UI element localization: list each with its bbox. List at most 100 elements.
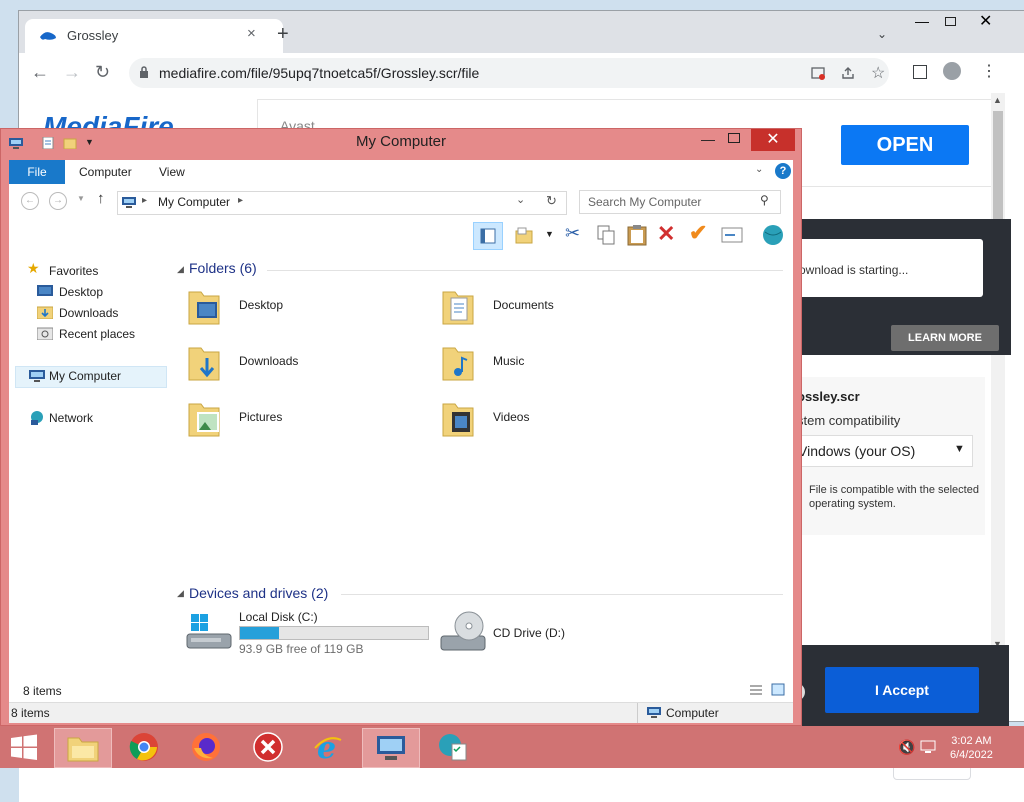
- folder-item-documents[interactable]: Documents: [439, 284, 639, 332]
- computer-icon: [29, 370, 45, 382]
- cut-icon[interactable]: ✂: [565, 223, 580, 244]
- downloads-icon: [37, 306, 53, 319]
- browser-tab[interactable]: Grossley ×: [25, 19, 283, 53]
- error-x-icon: [253, 732, 283, 762]
- nav-favorites[interactable]: Favorites: [49, 264, 98, 278]
- drive-item-cd[interactable]: CD Drive (D:): [439, 608, 639, 658]
- copy-icon[interactable]: [597, 225, 615, 245]
- collapse-caret-icon[interactable]: ◢: [177, 588, 184, 599]
- taskbar-my-computer[interactable]: [362, 728, 420, 768]
- location-label: Computer: [666, 706, 719, 720]
- menu-kebab-icon[interactable]: ⋮: [981, 61, 997, 81]
- tab-search-chevron-icon[interactable]: ⌄: [877, 27, 887, 41]
- nav-desktop[interactable]: Desktop: [59, 285, 103, 299]
- breadcrumb-chevron-icon[interactable]: ▸: [238, 195, 243, 206]
- folder-item-videos[interactable]: Videos: [439, 396, 639, 444]
- side-panel-icon[interactable]: [913, 65, 927, 79]
- folder-item-desktop[interactable]: Desktop: [185, 284, 385, 332]
- start-windows-icon[interactable]: [10, 734, 38, 760]
- maximize-icon[interactable]: [945, 17, 956, 26]
- taskbar-firefox[interactable]: [178, 728, 234, 766]
- taskbar-chrome[interactable]: [116, 728, 172, 766]
- nav-downloads[interactable]: Downloads: [59, 306, 118, 320]
- breadcrumb-chevron-icon[interactable]: ▸: [142, 195, 147, 206]
- profile-avatar-icon[interactable]: [943, 62, 961, 80]
- open-folder-icon[interactable]: [515, 226, 533, 244]
- search-icon[interactable]: ⚲: [760, 193, 769, 207]
- ad-open-button[interactable]: OPEN: [841, 125, 969, 165]
- address-bar[interactable]: mediafire.com/file/95upq7tnoetca5f/Gross…: [129, 58, 889, 88]
- page-scrollbar[interactable]: ▲ ▼: [991, 93, 1005, 655]
- learn-more-button[interactable]: LEARN MORE: [891, 325, 999, 351]
- close-icon[interactable]: ✕: [751, 129, 795, 151]
- file-name: ossley.scr: [797, 389, 860, 404]
- paste-icon[interactable]: [627, 224, 647, 246]
- details-view-icon[interactable]: [749, 684, 763, 696]
- forward-icon[interactable]: →: [49, 192, 67, 210]
- os-select[interactable]: Vindows (your OS) ▼: [795, 435, 973, 467]
- taskbar-internet-explorer[interactable]: e: [300, 728, 356, 766]
- taskbar: e 🔇 3:02 AM 6/4/2022: [0, 726, 1024, 768]
- up-arrow-icon[interactable]: ↑: [97, 190, 105, 207]
- rename-icon[interactable]: [721, 227, 743, 243]
- file-explorer-icon: [67, 737, 99, 762]
- navigation-pane: ★ Favorites Desktop Downloads Recent pla…: [9, 250, 167, 678]
- folder-label: Documents: [493, 298, 554, 312]
- minimize-icon[interactable]: —: [915, 13, 929, 29]
- tab-file[interactable]: File: [9, 160, 65, 184]
- nav-recent-places[interactable]: Recent places: [59, 327, 135, 341]
- drive-free-space: 93.9 GB free of 119 GB: [239, 642, 364, 656]
- tab-view[interactable]: View: [159, 165, 185, 179]
- taskbar-error-app[interactable]: [240, 728, 296, 766]
- blocked-popup-icon[interactable]: [811, 66, 825, 80]
- nav-my-computer[interactable]: My Computer: [49, 369, 121, 383]
- collapse-caret-icon[interactable]: ◢: [177, 264, 184, 275]
- delete-icon[interactable]: ✕: [657, 221, 675, 247]
- search-input[interactable]: Search My Computer ⚲: [579, 190, 781, 214]
- taskbar-explorer[interactable]: [54, 728, 112, 768]
- maximize-icon[interactable]: [728, 133, 740, 143]
- accept-button[interactable]: I Accept: [825, 667, 979, 713]
- star-icon: ★: [27, 260, 40, 276]
- divider: [637, 703, 638, 723]
- scroll-up-icon[interactable]: ▲: [993, 95, 1002, 105]
- network-globe-icon[interactable]: [761, 224, 785, 246]
- back-icon[interactable]: ←: [21, 192, 39, 210]
- large-icons-view-icon[interactable]: [771, 683, 785, 696]
- internet-explorer-icon: e: [314, 732, 342, 762]
- url-text: mediafire.com/file/95upq7tnoetca5f/Gross…: [159, 65, 480, 81]
- help-icon[interactable]: ?: [775, 163, 791, 179]
- new-tab-button[interactable]: +: [277, 24, 289, 44]
- minimize-icon[interactable]: —: [701, 131, 715, 147]
- address-bar[interactable]: ▸ My Computer ▸ ⌄ ↻: [117, 191, 567, 215]
- bookmark-star-icon[interactable]: ☆: [871, 63, 885, 83]
- expand-ribbon-icon[interactable]: ⌄: [755, 164, 763, 175]
- folders-group-title[interactable]: Folders (6): [189, 260, 257, 276]
- dropdown-caret-icon[interactable]: ▼: [545, 229, 554, 239]
- forward-icon[interactable]: →: [63, 62, 81, 83]
- window-title: My Computer: [355, 133, 447, 150]
- checkmark-icon[interactable]: ✔: [689, 220, 707, 246]
- taskbar-task-app[interactable]: [424, 728, 480, 766]
- folder-item-pictures[interactable]: Pictures: [185, 396, 385, 444]
- back-icon[interactable]: ←: [31, 62, 49, 83]
- folder-item-downloads[interactable]: Downloads: [185, 340, 385, 388]
- caret-down-icon: ▼: [954, 443, 965, 455]
- refresh-icon[interactable]: ↻: [546, 193, 557, 209]
- computer-icon: [377, 736, 405, 760]
- share-icon[interactable]: [841, 66, 855, 80]
- recent-locations-icon[interactable]: ▼: [77, 194, 85, 203]
- tab-title: Grossley: [67, 28, 119, 43]
- drives-group-title[interactable]: Devices and drives (2): [189, 585, 328, 601]
- tab-computer[interactable]: Computer: [79, 165, 132, 179]
- system-clock[interactable]: 3:02 AM 6/4/2022: [950, 734, 993, 762]
- nav-network[interactable]: Network: [49, 411, 93, 425]
- folder-item-music[interactable]: Music: [439, 340, 639, 388]
- address-dropdown-icon[interactable]: ⌄: [516, 193, 525, 206]
- close-icon[interactable]: ✕: [979, 11, 992, 31]
- volume-muted-icon[interactable]: 🔇: [898, 739, 915, 756]
- reload-icon[interactable]: ↻: [95, 62, 110, 83]
- network-status-icon[interactable]: [920, 740, 936, 754]
- preview-pane-button[interactable]: [473, 222, 503, 250]
- tab-close-icon[interactable]: ×: [247, 25, 256, 42]
